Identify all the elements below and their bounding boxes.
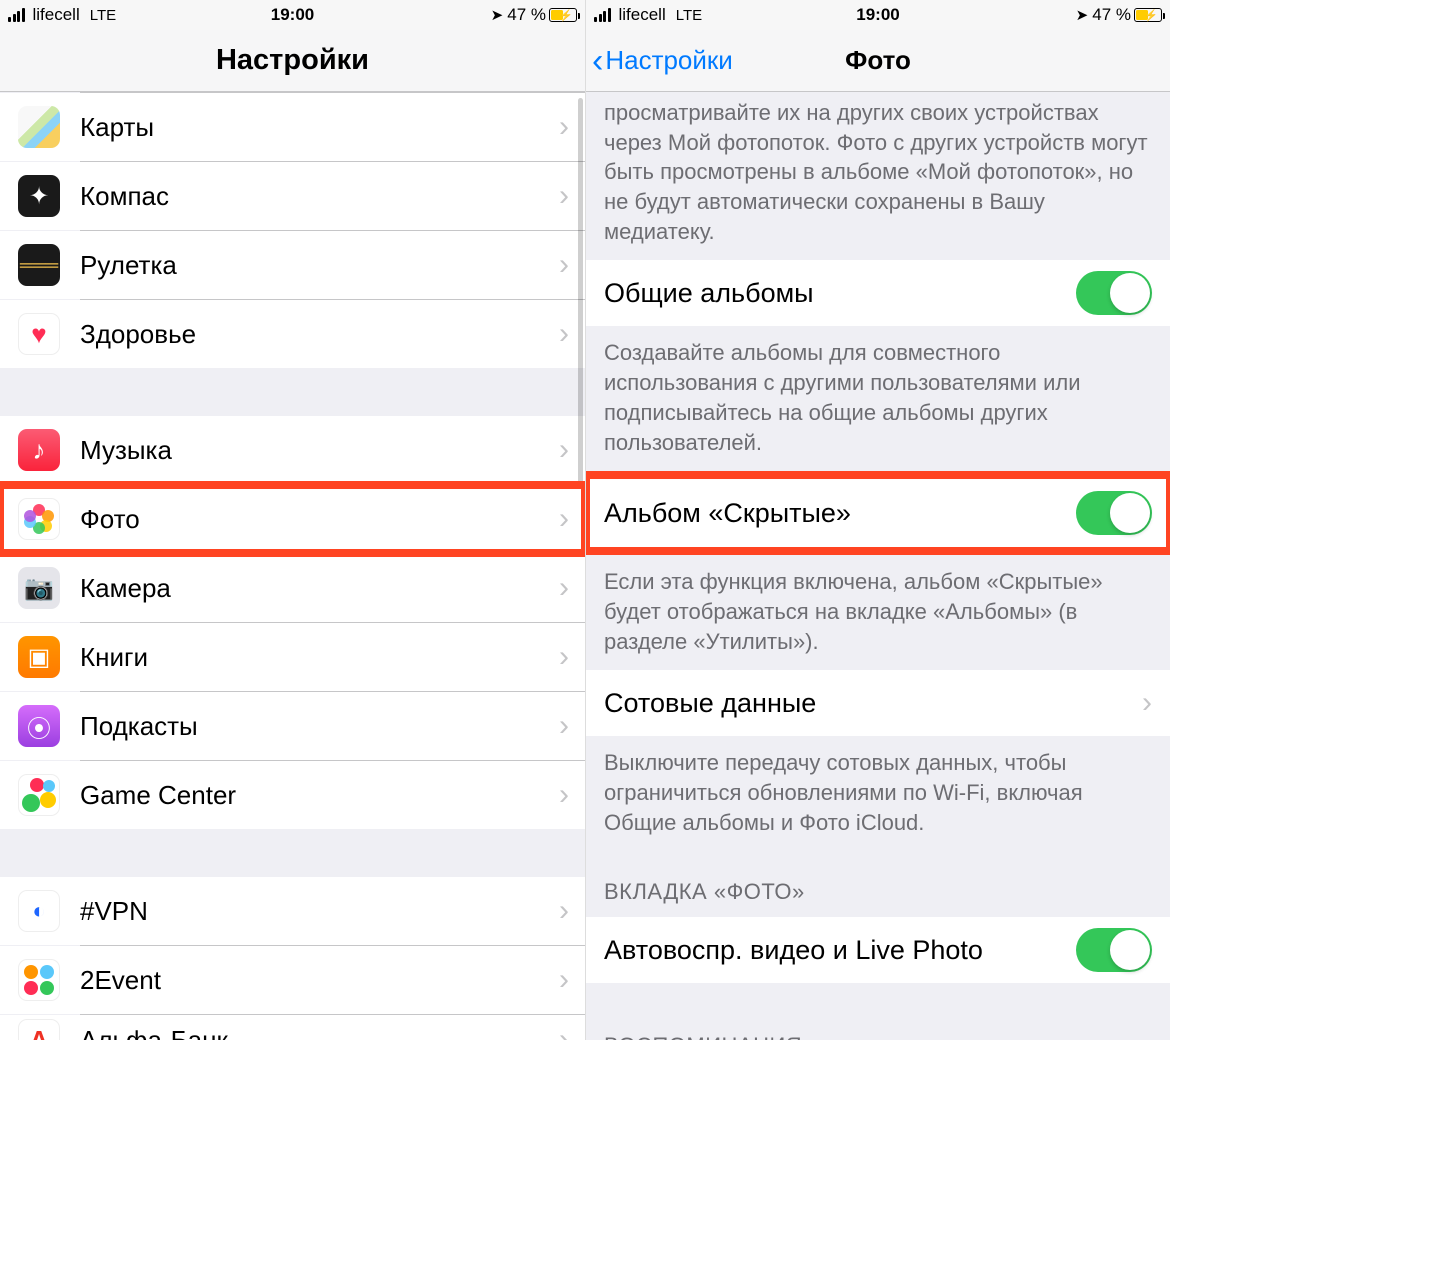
health-icon: ♥ [18, 313, 60, 355]
back-label: Настройки [605, 45, 733, 76]
cell-label: Компас [80, 181, 559, 212]
cell-cellular-data[interactable]: Сотовые данные › [586, 670, 1170, 736]
chevron-right-icon: › [559, 179, 569, 213]
battery-percent: 47 % [1092, 5, 1131, 25]
phone-photos-settings: lifecell LTE 19:00 ➤ 47 % ⚡ ‹ Настройки … [585, 0, 1170, 1040]
chevron-right-icon: › [559, 571, 569, 605]
chevron-right-icon: › [559, 502, 569, 536]
memories-header: ВОСПОМИНАНИЯ [586, 1013, 1170, 1040]
chevron-right-icon: › [559, 433, 569, 467]
cell-label: Камера [80, 573, 559, 604]
cell-shared-albums[interactable]: Общие альбомы [586, 260, 1170, 326]
chevron-right-icon: › [559, 963, 569, 997]
autoplay-switch[interactable] [1076, 928, 1152, 972]
chevron-right-icon: › [559, 640, 569, 674]
cell-label: #VPN [80, 896, 559, 927]
podcasts-icon: ⦿ [18, 705, 60, 747]
cell-label: Общие альбомы [604, 278, 1076, 309]
alfa-icon: А [18, 1019, 60, 1040]
cell-label: Книги [80, 642, 559, 673]
cell-maps[interactable]: Карты › [0, 93, 585, 161]
cell-music[interactable]: ♪ Музыка › [0, 416, 585, 484]
cell-label: Автовоспр. видео и Live Photo [604, 935, 1076, 966]
phone-settings: lifecell LTE 19:00 ➤ 47 % ⚡ Настройки Ка… [0, 0, 585, 1040]
cell-camera[interactable]: 📷 Камера › [0, 554, 585, 622]
cell-autoplay[interactable]: Автовоспр. видео и Live Photo [586, 917, 1170, 983]
nav-bar: ‹ Настройки Фото [586, 30, 1170, 92]
chevron-right-icon: › [559, 778, 569, 812]
cell-label: Game Center [80, 780, 559, 811]
shared-albums-footer: Создавайте альбомы для совместного испол… [586, 326, 1170, 471]
gamecenter-icon [18, 774, 60, 816]
cell-label: Альфа-Банк [80, 1025, 559, 1041]
back-button[interactable]: ‹ Настройки [592, 45, 733, 76]
chevron-right-icon: › [559, 317, 569, 351]
clock: 19:00 [856, 5, 899, 25]
battery-indicator: 47 % ⚡ [507, 5, 577, 25]
photos-settings-list[interactable]: просматривайте их на других своих устрой… [586, 92, 1170, 1040]
carrier-label: lifecell [619, 5, 666, 25]
books-icon: ▣ [18, 636, 60, 678]
cell-2event[interactable]: 2Event › [0, 946, 585, 1014]
location-icon: ➤ [491, 6, 504, 24]
cell-health[interactable]: ♥ Здоровье › [0, 300, 585, 368]
cell-label: Карты [80, 112, 559, 143]
battery-icon: ⚡ [1134, 8, 1162, 22]
cell-books[interactable]: ▣ Книги › [0, 623, 585, 691]
compass-icon: ✦ [18, 175, 60, 217]
cell-alfa[interactable]: А Альфа-Банк › [0, 1015, 585, 1040]
cell-hidden-album[interactable]: Альбом «Скрытые» [586, 475, 1170, 551]
cell-vpn[interactable]: ◐ #VPN › [0, 877, 585, 945]
photos-icon [18, 498, 60, 540]
music-icon: ♪ [18, 429, 60, 471]
scrollbar[interactable] [578, 98, 583, 528]
cell-label: Фото [80, 504, 559, 535]
cell-podcasts[interactable]: ⦿ Подкасты › [0, 692, 585, 760]
measure-icon: ═══ [18, 244, 60, 286]
page-title: Фото [845, 45, 911, 76]
network-type: LTE [676, 7, 702, 24]
cell-photos[interactable]: Фото › [0, 485, 585, 553]
chevron-right-icon: › [559, 110, 569, 144]
cell-label: Рулетка [80, 250, 559, 281]
photos-tab-header: ВКЛАДКА «ФОТО» [586, 851, 1170, 917]
maps-icon [18, 106, 60, 148]
shared-albums-switch[interactable] [1076, 271, 1152, 315]
clock: 19:00 [271, 5, 314, 25]
carrier-label: lifecell [33, 5, 80, 25]
status-bar: lifecell LTE 19:00 ➤ 47 % ⚡ [586, 0, 1170, 30]
cell-label: Музыка [80, 435, 559, 466]
cell-label: Подкасты [80, 711, 559, 742]
vpn-icon: ◐ [18, 890, 60, 932]
battery-indicator: 47 % ⚡ [1092, 5, 1162, 25]
battery-percent: 47 % [507, 5, 546, 25]
signal-icon [594, 8, 611, 22]
chevron-right-icon: › [1142, 686, 1152, 720]
hidden-album-footer: Если эта функция включена, альбом «Скрыт… [586, 555, 1170, 670]
page-title: Настройки [216, 44, 369, 77]
status-bar: lifecell LTE 19:00 ➤ 47 % ⚡ [0, 0, 585, 30]
chevron-right-icon: › [559, 248, 569, 282]
location-icon: ➤ [1076, 6, 1089, 24]
cell-measure[interactable]: ═══ Рулетка › [0, 231, 585, 299]
2event-icon [18, 959, 60, 1001]
photostream-footer: просматривайте их на других своих устрой… [586, 92, 1170, 260]
battery-icon: ⚡ [549, 8, 577, 22]
chevron-right-icon: › [559, 894, 569, 928]
chevron-right-icon: › [559, 1023, 569, 1040]
cell-label: Здоровье [80, 319, 559, 350]
cell-gamecenter[interactable]: Game Center › [0, 761, 585, 829]
chevron-right-icon: › [559, 709, 569, 743]
hidden-album-switch[interactable] [1076, 491, 1152, 535]
cell-label: Сотовые данные [604, 688, 1142, 719]
network-type: LTE [90, 7, 116, 24]
cell-label: Альбом «Скрытые» [604, 498, 1076, 529]
cellular-footer: Выключите передачу сотовых данных, чтобы… [586, 736, 1170, 851]
cell-compass[interactable]: ✦ Компас › [0, 162, 585, 230]
nav-bar: Настройки [0, 30, 585, 92]
settings-list[interactable]: Карты › ✦ Компас › ═══ Рулетка › ♥ Здоро… [0, 92, 585, 1040]
signal-icon [8, 8, 25, 22]
camera-icon: 📷 [18, 567, 60, 609]
cell-label: 2Event [80, 965, 559, 996]
